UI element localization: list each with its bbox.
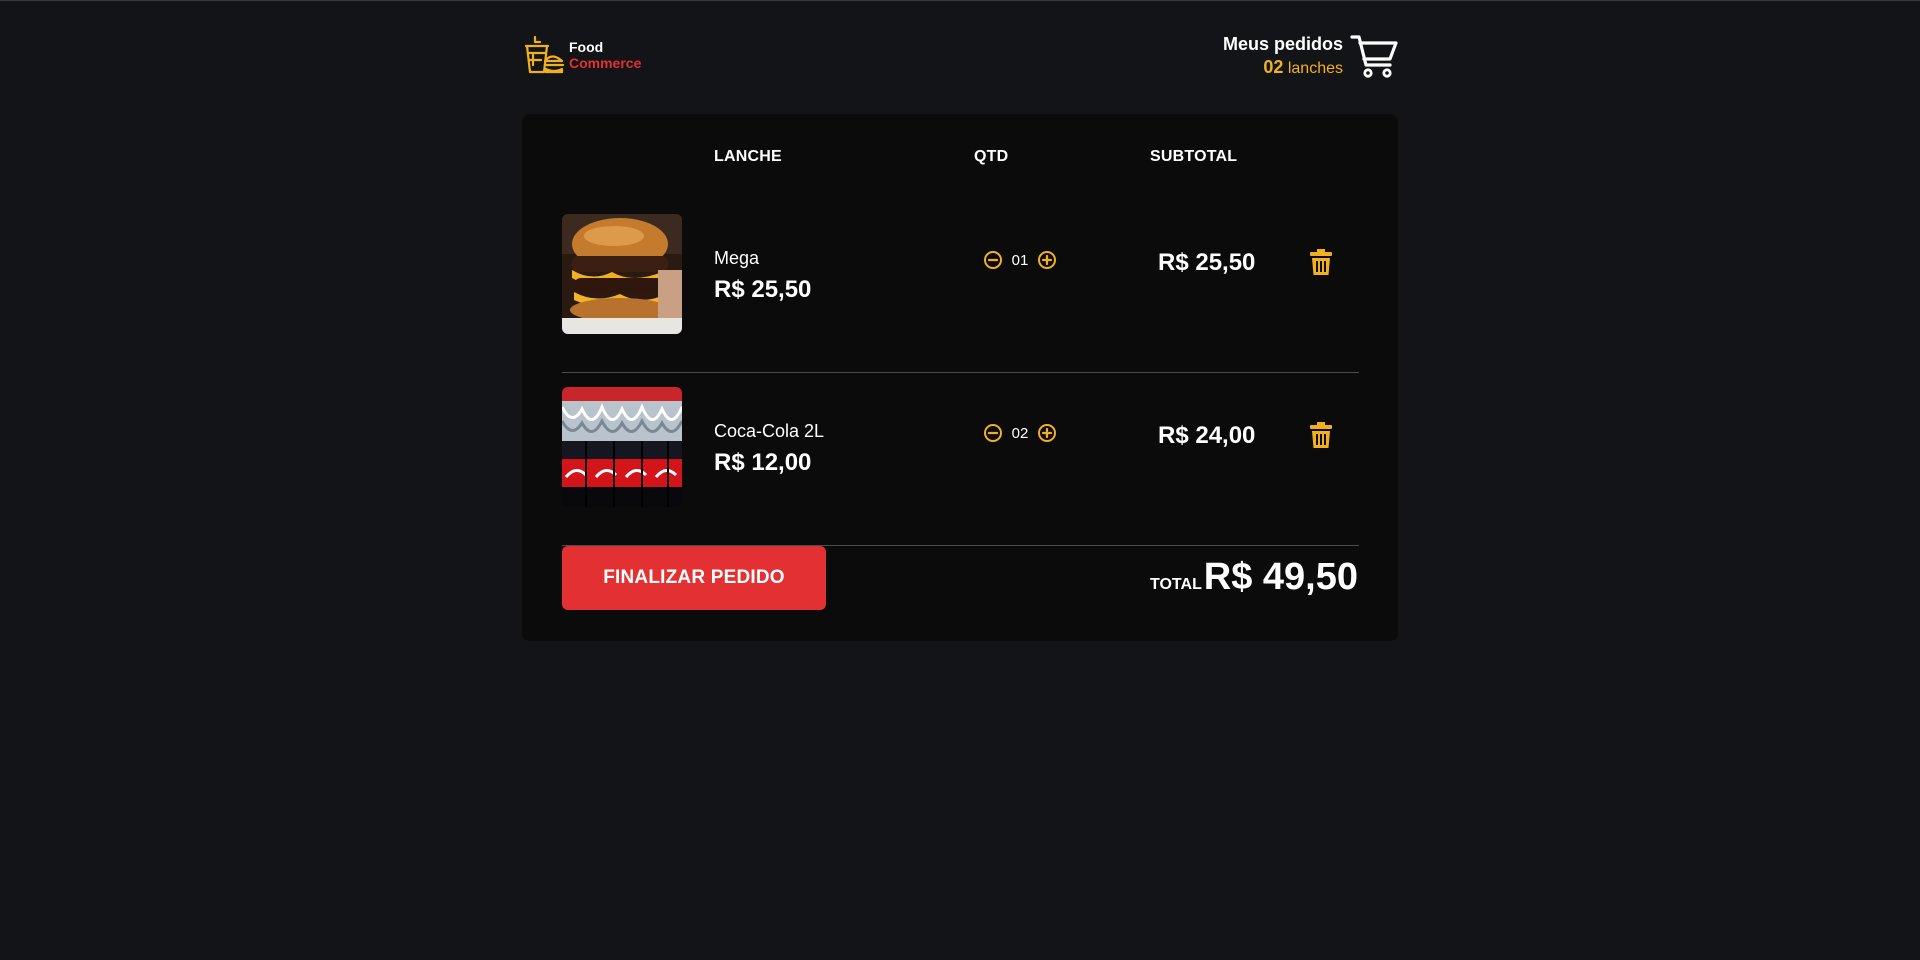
total-value: R$ 49,50	[1203, 556, 1358, 598]
trash-icon[interactable]	[1310, 249, 1332, 275]
brand-name-top: Food	[569, 39, 604, 55]
trash-icon[interactable]	[1310, 422, 1332, 448]
item-price: R$ 12,00	[714, 449, 812, 476]
item-subtotal: R$ 25,50	[1158, 249, 1256, 276]
my-orders-text: Meus pedidos 02 lanches	[1223, 32, 1343, 80]
brand-name: Food Commerce	[569, 39, 641, 71]
column-header-item: LANCHE	[714, 148, 782, 165]
item-price: R$ 25,50	[714, 276, 812, 303]
column-header-subtotal: SUBTOTAL	[1150, 148, 1238, 165]
decrement-button[interactable]	[983, 423, 1003, 443]
quantity-value: 02	[1011, 424, 1029, 442]
cart-icon	[1350, 35, 1398, 78]
cart-row: Mega R$ 25,50 01 R$ 25,50	[562, 200, 1359, 373]
cart-row: Coca-Cola 2L R$ 12,00 02 R$ 24,00	[562, 373, 1359, 546]
item-name: Coca-Cola 2L	[714, 421, 825, 441]
item-subtotal: R$ 24,00	[1158, 422, 1256, 449]
my-orders-count: 02 lanches	[1223, 56, 1343, 80]
orders-count-unit: lanches	[1287, 60, 1343, 77]
decrement-button[interactable]	[983, 250, 1003, 270]
food-drink-burger-logo-icon	[524, 35, 564, 74]
my-orders-button[interactable]: Meus pedidos 02 lanches	[1223, 32, 1398, 80]
finish-order-button[interactable]: FINALIZAR PEDIDO	[562, 546, 826, 610]
increment-button[interactable]	[1037, 250, 1057, 270]
page-container: Food Commerce Meus pedidos 02 lanches LA…	[522, 0, 1398, 641]
brand-logo[interactable]: Food Commerce	[522, 34, 641, 76]
quantity-value: 01	[1011, 251, 1029, 269]
header: Food Commerce Meus pedidos 02 lanches	[522, 0, 1398, 114]
column-header-qty: QTD	[974, 148, 1009, 165]
my-orders-title: Meus pedidos	[1222, 34, 1343, 54]
cart-panel: LANCHE QTD SUBTOTAL Mega R$ 25,50 01 R$ …	[522, 114, 1398, 641]
quantity-stepper: 01	[983, 250, 1057, 270]
orders-count-number: 02	[1263, 57, 1284, 77]
increment-button[interactable]	[1037, 423, 1057, 443]
quantity-stepper: 02	[983, 423, 1057, 443]
burger-photo	[562, 214, 682, 334]
coca-cola-bottles-photo	[562, 387, 682, 507]
brand-name-bottom: Commerce	[569, 55, 642, 71]
total-label: TOTAL	[1150, 576, 1202, 593]
item-name: Mega	[714, 248, 760, 268]
